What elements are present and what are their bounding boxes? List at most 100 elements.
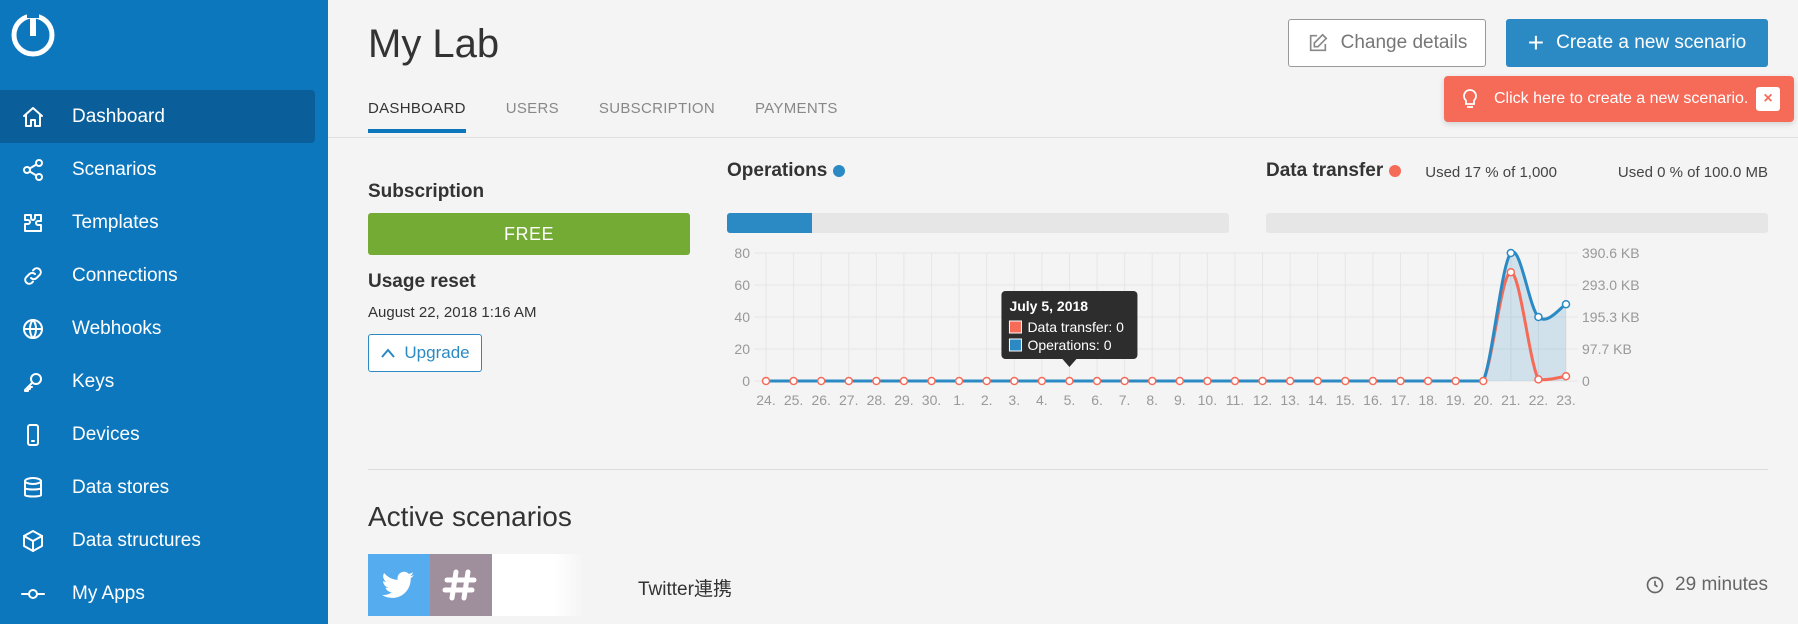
x-tick-label: 1. [953,392,965,408]
close-icon[interactable]: × [1756,87,1780,111]
tooltip-pointer [1062,359,1077,367]
operations-line [766,250,1567,383]
y-tick-label-left: 0 [742,373,750,389]
sidebar-item-data-stores[interactable]: Data stores [0,461,328,514]
sidebar-item-templates[interactable]: Templates [0,196,328,249]
tab-dashboard[interactable]: DASHBOARD [368,100,466,133]
operations-point [1506,248,1516,258]
tooltip-swatch-operations [1008,338,1022,352]
x-tick-label: 10. [1198,392,1217,408]
operations-legend-dot [833,165,846,177]
data-transfer-point [954,376,964,386]
create-scenario-button[interactable]: + Create a new scenario [1506,19,1768,67]
data-transfer-point [1313,376,1322,386]
sidebar-item-label: Connections [72,264,178,286]
sidebar-item-scenarios[interactable]: Scenarios [0,143,328,196]
sidebar-item-label: Data structures [72,529,201,551]
operations-title: Operations [727,160,846,182]
x-tick-label: 11. [1226,392,1244,408]
toast-message: Click here to create a new scenario. [1494,90,1749,107]
cube-icon [20,528,46,554]
sidebar-item-webhooks[interactable]: Webhooks [0,302,328,355]
y-tick-label-right: 97.7 KB [1582,341,1632,357]
y-tick-label-right: 0 [1582,373,1590,389]
x-tick-label: 30. [922,392,941,408]
data-transfer-point [1120,376,1129,386]
x-tick-label: 21. [1501,392,1520,408]
data-transfer-point [872,376,881,386]
sidebar-item-connections[interactable]: Connections [0,249,328,302]
data-transfer-usage-text: Used 0 % of 100.0 MB [1617,164,1768,181]
sidebar-item-label: Templates [72,211,159,233]
data-transfer-point [1203,376,1212,386]
sidebar-item-devices[interactable]: Devices [0,408,328,461]
data-transfer-point [927,376,936,386]
data-transfer-point [1534,375,1543,384]
data-transfer-point [1561,371,1571,381]
x-tick-label: 26. [811,392,830,408]
x-tick-label: 6. [1091,392,1103,408]
sidebar-item-data-structures[interactable]: Data structures [0,514,328,567]
operations-area [766,251,1566,381]
key-icon [20,369,46,395]
empty-app-slot [492,554,554,616]
x-tick-label: 3. [1008,392,1020,408]
sidebar-item-label: Dashboard [72,105,165,127]
sidebar-item-label: Devices [72,423,140,445]
scenario-name[interactable]: Twitter連携 [638,574,732,601]
x-tick-label: 4. [1036,392,1048,408]
plus-icon: + [1527,27,1545,58]
tab-bar: DASHBOARD USERS SUBSCRIPTION PAYMENTS [368,100,878,133]
operations-point [1534,312,1543,322]
tab-payments[interactable]: PAYMENTS [755,100,838,133]
data-transfer-point [1010,376,1019,386]
tab-subscription[interactable]: SUBSCRIPTION [599,100,715,133]
change-details-button[interactable]: Change details [1288,19,1486,67]
slack-icon [430,554,492,616]
logo-icon[interactable] [10,12,56,58]
change-details-label: Change details [1340,32,1468,53]
data-transfer-point [1478,376,1488,386]
x-tick-label: 19. [1446,392,1465,408]
y-tick-label-right: 390.6 KB [1582,245,1640,261]
x-tick-label: 28. [867,392,886,408]
tab-users[interactable]: USERS [506,100,559,133]
sidebar-item-my-apps[interactable]: My Apps [0,567,328,620]
x-tick-label: 22. [1529,392,1548,408]
empty-app-slot [554,554,584,616]
x-tick-label: 2. [981,392,993,408]
puzzle-icon [20,210,46,236]
operations-label: Operations [727,160,828,181]
x-tick-label: 25. [784,392,803,408]
tooltip-line: Data transfer: 0 [1027,319,1124,335]
data-transfer-point [1258,376,1267,386]
data-transfer-title: Data transfer [1266,160,1402,182]
sidebar-item-keys[interactable]: Keys [0,355,328,408]
hint-toast[interactable]: Click here to create a new scenario. × [1444,76,1794,122]
sidebar-item-label: My Apps [72,582,145,604]
x-tick-label: 29. [894,392,913,408]
data-transfer-point [899,376,909,386]
sidebar-item-dashboard[interactable]: Dashboard [0,90,315,143]
scenario-schedule: 29 minutes [1645,574,1768,596]
usage-chart[interactable]: 0 0 20 97.7 KB 40 195.3 KB 60 293.0 KB 80 390.6 K… [718,241,1733,421]
sidebar-item-label: Keys [72,370,115,392]
data-transfer-point [1451,376,1460,386]
data-transfer-point [761,376,771,386]
y-tick-label-left: 60 [734,277,750,293]
data-transfer-point [1396,376,1405,386]
upgrade-button[interactable]: Upgrade [368,334,482,372]
x-tick-label: 14. [1308,392,1327,408]
x-tick-label: 7. [1119,392,1131,408]
x-tick-label: 23. [1556,392,1575,408]
scenario-row[interactable]: Twitter連携 29 minutes [368,554,1768,616]
page-title: My Lab [368,22,500,66]
chevron-up-icon [381,348,396,358]
sidebar-nav: Dashboard Scenarios Templates Connection… [0,90,328,620]
data-transfer-line [766,270,1567,383]
create-scenario-label: Create a new scenario [1556,32,1747,53]
home-icon [20,104,46,130]
x-tick-label: 27. [839,392,858,408]
y-tick-label-left: 40 [734,309,750,325]
data-transfer-point [1147,376,1157,386]
